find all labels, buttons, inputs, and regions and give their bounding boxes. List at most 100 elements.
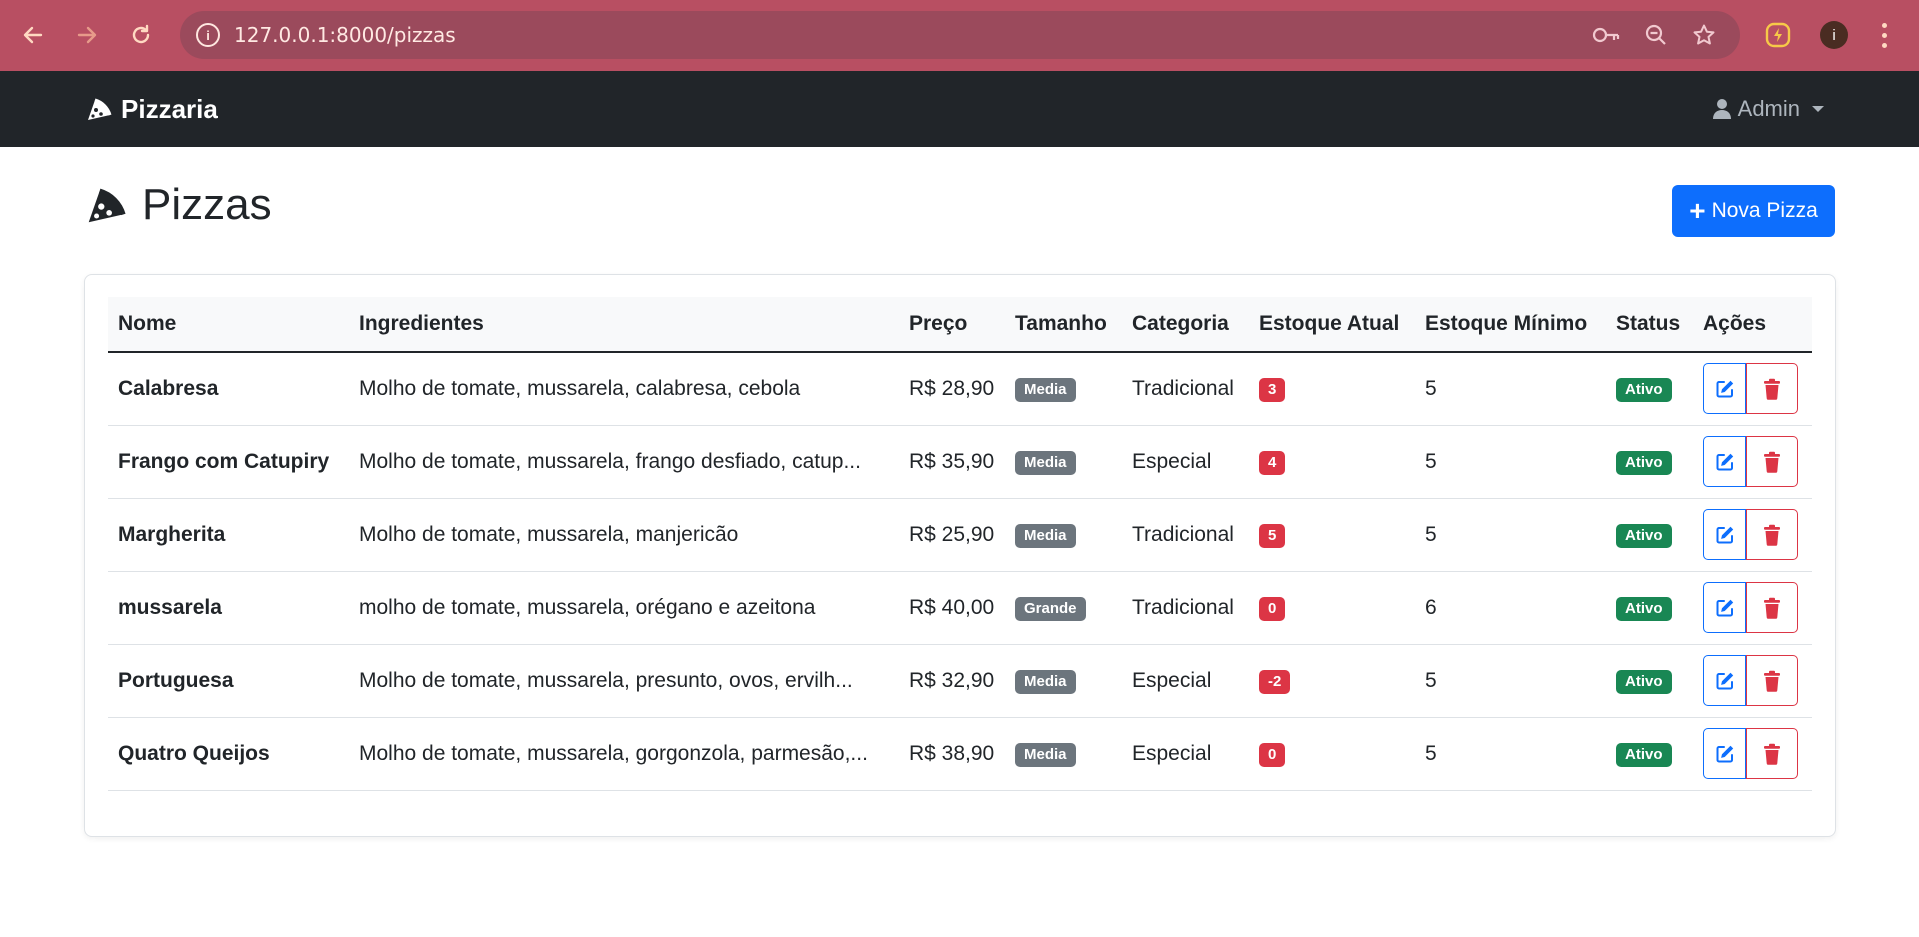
header-tamanho[interactable]: Tamanho	[1005, 297, 1122, 353]
stock-cell: 0	[1249, 717, 1415, 790]
user-icon	[1712, 99, 1731, 119]
trash-icon	[1764, 670, 1780, 692]
actions-cell	[1693, 717, 1812, 790]
trash-icon	[1764, 378, 1780, 400]
forward-button[interactable]	[70, 18, 104, 52]
pizza-price: R$ 32,90	[909, 668, 995, 692]
delete-button[interactable]	[1746, 582, 1798, 633]
page-title-text: Pizzas	[142, 180, 272, 229]
delete-button[interactable]	[1746, 655, 1798, 706]
star-icon[interactable]	[1692, 23, 1718, 47]
chevron-down-icon	[1812, 106, 1824, 112]
edit-button[interactable]	[1703, 363, 1746, 415]
profile-avatar[interactable]: i	[1820, 21, 1848, 49]
pizza-category: Especial	[1132, 741, 1212, 765]
new-pizza-label: Nova Pizza	[1711, 199, 1818, 222]
table-row: Portuguesa Molho de tomate, mussarela, p…	[108, 644, 1812, 717]
pizza-category: Especial	[1132, 449, 1212, 473]
header-estoque-atual[interactable]: Estoque Atual	[1249, 297, 1415, 353]
header-acoes: Ações	[1693, 297, 1812, 353]
header-nome[interactable]: Nome	[108, 297, 349, 353]
pizza-min-stock: 5	[1425, 741, 1437, 765]
zoom-out-icon[interactable]	[1644, 23, 1670, 47]
size-badge: Media	[1015, 669, 1076, 694]
table-header-row: Nome Ingredientes Preço Tamanho Categori…	[108, 297, 1812, 353]
status-cell: Ativo	[1606, 717, 1693, 790]
edit-icon	[1716, 599, 1733, 616]
pizza-ingredients: Molho de tomate, mussarela, presunto, ov…	[359, 668, 853, 692]
actions-cell	[1693, 644, 1812, 717]
pizza-category: Tradicional	[1132, 595, 1234, 619]
pizzas-table: Nome Ingredientes Preço Tamanho Categori…	[108, 297, 1812, 791]
size-cell: Media	[1005, 717, 1122, 790]
delete-button[interactable]	[1746, 363, 1798, 415]
table-row: Quatro Queijos Molho de tomate, mussarel…	[108, 717, 1812, 790]
pizzas-card: Nome Ingredientes Preço Tamanho Categori…	[84, 274, 1836, 837]
status-cell: Ativo	[1606, 644, 1693, 717]
brand-link[interactable]: Pizzaria	[85, 93, 218, 125]
key-icon[interactable]	[1592, 23, 1620, 47]
user-name: Admin	[1737, 96, 1800, 121]
size-cell: Media	[1005, 425, 1122, 498]
size-cell: Media	[1005, 352, 1122, 425]
lightning-icon[interactable]	[1764, 21, 1792, 49]
edit-button[interactable]	[1703, 582, 1746, 633]
header-ingredientes[interactable]: Ingredientes	[349, 297, 899, 353]
pizza-price: R$ 40,00	[909, 595, 995, 619]
kebab-menu-icon[interactable]	[1874, 20, 1894, 50]
delete-button[interactable]	[1746, 509, 1798, 560]
table-row: Calabresa Molho de tomate, mussarela, ca…	[108, 352, 1812, 425]
pizza-name: Quatro Queijos	[118, 741, 270, 765]
address-bar[interactable]: i 127.0.0.1:8000/pizzas	[180, 11, 1740, 59]
table-body: Calabresa Molho de tomate, mussarela, ca…	[108, 352, 1812, 790]
edit-button[interactable]	[1703, 436, 1746, 487]
edit-button[interactable]	[1703, 728, 1746, 779]
pizza-price: R$ 35,90	[909, 449, 995, 473]
edit-button[interactable]	[1703, 509, 1746, 560]
pizza-name: Portuguesa	[118, 668, 234, 692]
user-dropdown[interactable]: Admin	[1712, 93, 1824, 125]
reload-button[interactable]	[124, 18, 158, 52]
trash-icon	[1764, 597, 1780, 619]
edit-icon	[1716, 380, 1733, 398]
back-button[interactable]	[16, 18, 50, 52]
pizza-ingredients: Molho de tomate, mussarela, frango desfi…	[359, 449, 861, 473]
status-cell: Ativo	[1606, 571, 1693, 644]
trash-icon	[1764, 524, 1780, 546]
edit-button[interactable]	[1703, 655, 1746, 706]
pizza-category: Tradicional	[1132, 376, 1234, 400]
pizza-min-stock: 5	[1425, 449, 1437, 473]
pizza-min-stock: 5	[1425, 668, 1437, 692]
url-text: 127.0.0.1:8000/pizzas	[234, 23, 456, 47]
table-row: mussarela molho de tomate, mussarela, or…	[108, 571, 1812, 644]
pizza-price: R$ 38,90	[909, 741, 995, 765]
info-icon[interactable]: i	[196, 23, 220, 47]
size-badge: Media	[1015, 523, 1076, 548]
table-row: Margherita Molho de tomate, mussarela, m…	[108, 498, 1812, 571]
stock-badge: 5	[1259, 523, 1286, 548]
size-badge: Grande	[1015, 596, 1086, 621]
header-estoque-minimo[interactable]: Estoque Mínimo	[1415, 297, 1606, 353]
pizza-price: R$ 28,90	[909, 376, 995, 400]
pizza-category: Tradicional	[1132, 522, 1234, 546]
header-preco[interactable]: Preço	[899, 297, 1005, 353]
status-badge: Ativo	[1616, 450, 1672, 475]
header-status[interactable]: Status	[1606, 297, 1693, 353]
edit-icon	[1716, 672, 1733, 689]
header-categoria[interactable]: Categoria	[1122, 297, 1249, 353]
size-cell: Media	[1005, 644, 1122, 717]
reload-icon	[132, 24, 150, 44]
stock-cell: 3	[1249, 352, 1415, 425]
stock-cell: 4	[1249, 425, 1415, 498]
actions-cell	[1693, 352, 1812, 425]
size-badge: Media	[1015, 450, 1076, 475]
size-badge: Media	[1015, 742, 1076, 767]
stock-badge: 3	[1259, 377, 1286, 402]
delete-button[interactable]	[1746, 436, 1798, 487]
arrow-right-icon	[77, 26, 97, 44]
actions-cell	[1693, 571, 1812, 644]
pizza-min-stock: 5	[1425, 522, 1437, 546]
pizza-name: Frango com Catupiry	[118, 449, 330, 473]
new-pizza-button[interactable]: + Nova Pizza	[1672, 185, 1835, 237]
delete-button[interactable]	[1746, 728, 1798, 779]
